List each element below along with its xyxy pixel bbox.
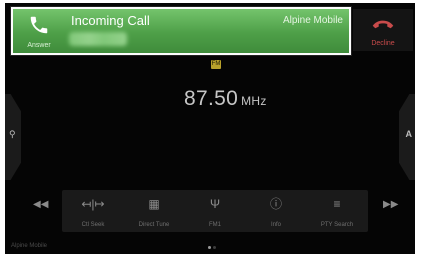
page-dot: [213, 246, 216, 249]
list-search-icon: ≡: [333, 197, 341, 211]
page-dot-active: [208, 246, 211, 249]
phone-hangup-icon: [372, 20, 394, 29]
function-label: Direct Tune: [138, 222, 170, 228]
function-label: PTY Search: [320, 222, 354, 228]
frequency-value: 87.50: [184, 87, 239, 110]
keypad-icon: ▦: [148, 197, 160, 211]
phone-answer-icon: [30, 16, 48, 34]
frequency-unit: MHz: [241, 94, 267, 108]
caller-number-obscured: [69, 32, 127, 46]
seek-icon: ↤|↦: [81, 197, 105, 211]
incoming-call-banner: Answer Incoming Call Alpine Mobile: [11, 7, 351, 55]
function-bar: ↤|↦ Ctl Seek ▦ Direct Tune Ψ FM1 ⓘ Info …: [62, 190, 368, 232]
right-side-tab[interactable]: A: [399, 94, 415, 180]
footer-device-name: Alpine Mobile: [11, 243, 48, 249]
previous-track-icon[interactable]: ◀◀: [33, 199, 48, 210]
antenna-icon: Ψ: [209, 197, 221, 211]
band-badge: FM: [211, 60, 221, 69]
next-track-icon[interactable]: ▶▶: [383, 199, 398, 210]
decline-button[interactable]: Decline: [353, 9, 413, 51]
decline-label: Decline: [371, 40, 395, 47]
radio-screen: Answer Incoming Call Alpine Mobile Decli…: [5, 3, 415, 254]
pty-search-button[interactable]: ≡ PTY Search: [306, 190, 368, 232]
direct-tune-button[interactable]: ▦ Direct Tune: [123, 190, 185, 232]
info-icon: ⓘ: [269, 197, 282, 211]
caller-name: Alpine Mobile: [282, 15, 343, 26]
fm1-button[interactable]: Ψ FM1: [184, 190, 246, 232]
answer-label: Answer: [27, 42, 51, 49]
right-tab-label: A: [405, 129, 413, 139]
call-title: Incoming Call: [71, 13, 150, 28]
answer-button[interactable]: Answer: [17, 12, 61, 50]
function-label: Ctl Seek: [81, 222, 105, 228]
left-side-tab[interactable]: ⚲: [5, 94, 21, 180]
info-button[interactable]: ⓘ Info: [245, 190, 307, 232]
search-icon: ⚲: [9, 129, 16, 139]
function-label: Info: [270, 222, 281, 228]
page-indicator: [207, 236, 217, 254]
function-label: FM1: [209, 222, 221, 228]
frequency-display: 87.50 MHz: [184, 87, 267, 111]
ctl-seek-button[interactable]: ↤|↦ Ctl Seek: [62, 190, 124, 232]
